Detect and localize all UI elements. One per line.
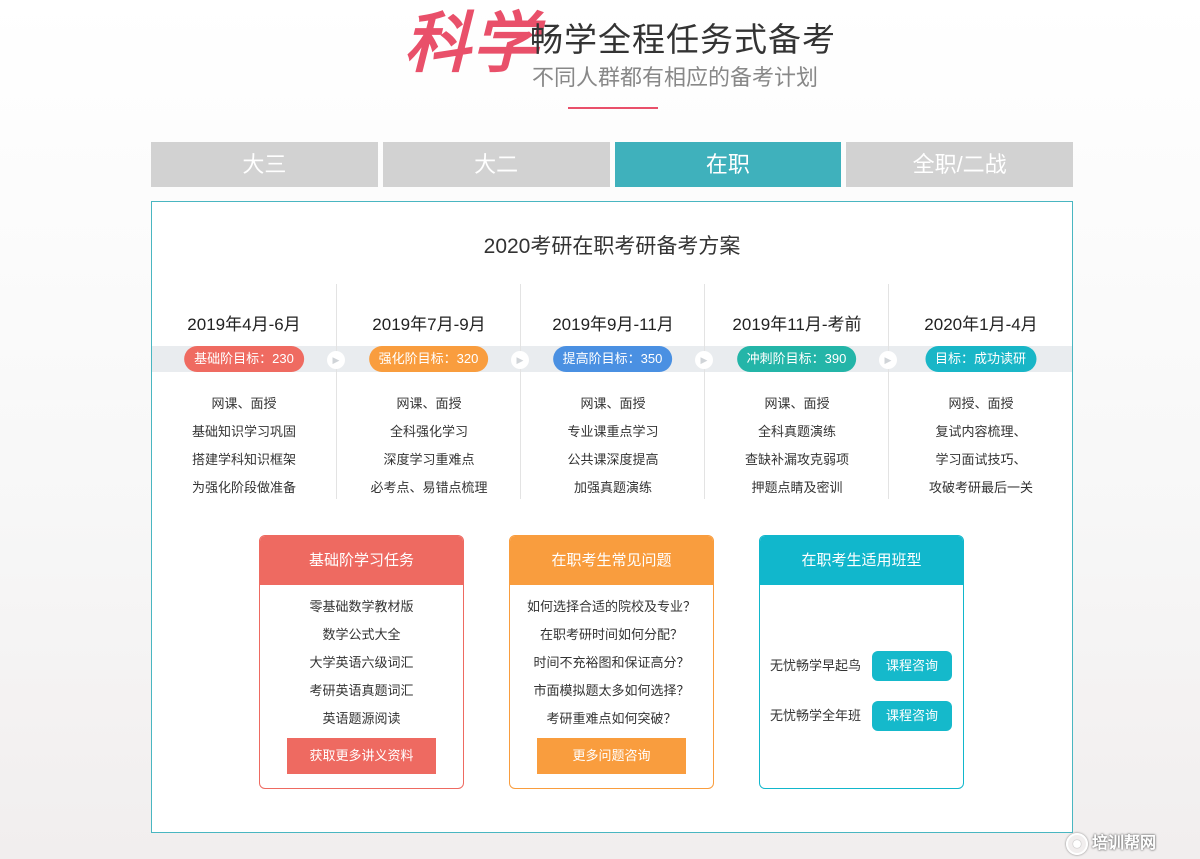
header: 科学 畅学全程任务式备考 不同人群都有相应的备考计划 [0, 0, 1200, 120]
list-item[interactable]: 英语题源阅读 [260, 705, 463, 733]
list-item[interactable]: 大学英语六级词汇 [260, 649, 463, 677]
chevron-right-icon: ▶ [511, 351, 529, 369]
faq-card: 在职考生常见问题 如何选择合适的院校及专业？ 在职考研时间如何分配？ 时间不充裕… [509, 535, 714, 789]
list-item: 为强化阶段做准备 [191, 480, 296, 495]
phase-column: 2019年7月-9月 强化阶目标：320 网课、面授 全科强化学习 深度学习重难… [336, 284, 520, 499]
list-item: 专业课重点学习 [567, 424, 659, 439]
list-item: 查缺补漏攻克弱项 [744, 452, 849, 467]
list-item[interactable]: 在职考研时间如何分配？ [510, 621, 713, 649]
list-item: 网课、面授 [580, 396, 646, 411]
list-item[interactable]: 如何选择合适的院校及专业？ [510, 593, 713, 621]
list-item: 押题点睛及密训 [751, 480, 843, 495]
class-name: 无忧畅学早起鸟 [770, 658, 862, 673]
tab-fulltime[interactable]: 全职/二战 [846, 142, 1073, 187]
list-item[interactable]: 数学公式大全 [260, 621, 463, 649]
phase-date: 2020年1月-4月 [924, 315, 1038, 334]
class-types-card: 在职考生适用班型 无忧畅学早起鸟 课程咨询 无忧畅学全年班 课程咨询 [759, 535, 964, 789]
list-item[interactable]: 考研重难点如何突破？ [510, 705, 713, 733]
list-item: 加强真题演练 [573, 480, 652, 495]
timeline: 2019年4月-6月 基础阶目标：230 网课、面授 基础知识学习巩固 搭建学科… [152, 284, 1072, 499]
list-item: 必考点、易错点梳理 [370, 480, 488, 495]
phase-badge: 提高阶目标：350 [552, 346, 673, 372]
phase-badge: 强化阶目标：320 [368, 346, 489, 372]
list-item: 全科真题演练 [757, 424, 836, 439]
list-item: 公共课深度提高 [567, 452, 659, 467]
course-consult-button[interactable]: 课程咨询 [872, 701, 952, 731]
watermark-text: 培训帮网 [1092, 835, 1157, 852]
list-item: 搭建学科知识框架 [191, 452, 296, 467]
list-item: 网课、面授 [396, 396, 462, 411]
list-item[interactable]: 考研英语真题词汇 [260, 677, 463, 705]
list-item: 基础知识学习巩固 [191, 424, 296, 439]
phase-date: 2019年9月-11月 [552, 315, 674, 334]
phase-items: 网课、面授 全科真题演练 查缺补漏攻克弱项 押题点睛及密训 [705, 390, 889, 502]
chevron-right-icon: ▶ [695, 351, 713, 369]
phase-items: 网课、面授 全科强化学习 深度学习重难点 必考点、易错点梳理 [337, 390, 521, 502]
list-item[interactable]: 时间不充裕图和保证高分？ [510, 649, 713, 677]
title-underline [568, 107, 658, 109]
class-name: 无忧畅学全年班 [770, 708, 862, 723]
main-title: 畅学全程任务式备考 [530, 21, 836, 58]
plan-title: 2020考研在职考研备考方案 [483, 235, 741, 258]
list-item: 网授、面授 [948, 396, 1014, 411]
chevron-right-icon: ▶ [879, 351, 897, 369]
list-item: 攻破考研最后一关 [928, 480, 1033, 495]
class-row: 无忧畅学全年班 课程咨询 [770, 701, 955, 731]
card-list: 如何选择合适的院校及专业？ 在职考研时间如何分配？ 时间不充裕图和保证高分？ 市… [510, 585, 713, 733]
phase-badge: 目标：成功读研 [924, 346, 1037, 372]
phase-date: 2019年4月-6月 [187, 315, 301, 334]
watermark: 培训帮网 [1066, 829, 1156, 855]
logo-icon [1066, 832, 1088, 855]
card-list: 零基础数学教材版 数学公式大全 大学英语六级词汇 考研英语真题词汇 英语题源阅读 [260, 585, 463, 733]
list-item: 复试内容梳理、 [935, 424, 1027, 439]
list-item: 深度学习重难点 [383, 452, 475, 467]
phase-date: 2019年7月-9月 [372, 315, 486, 334]
card-title: 在职考生适用班型 [760, 536, 963, 585]
phase-items: 网课、面授 专业课重点学习 公共课深度提高 加强真题演练 [521, 390, 705, 502]
card-title: 基础阶学习任务 [260, 536, 463, 585]
sub-title: 不同人群都有相应的备考计划 [532, 65, 819, 90]
phase-badge: 冲刺阶目标：390 [736, 346, 857, 372]
phase-items: 网授、面授 复试内容梳理、 学习面试技巧、 攻破考研最后一关 [889, 390, 1073, 502]
list-item: 网课、面授 [764, 396, 830, 411]
list-item[interactable]: 零基础数学教材版 [260, 593, 463, 621]
plan-panel: 2020考研在职考研备考方案 2019年4月-6月 基础阶目标：230 网课、面… [151, 201, 1073, 833]
more-materials-button[interactable]: 获取更多讲义资料 [287, 738, 436, 774]
phase-items: 网课、面授 基础知识学习巩固 搭建学科知识框架 为强化阶段做准备 [152, 390, 336, 502]
class-row: 无忧畅学早起鸟 课程咨询 [770, 651, 955, 681]
phase-column: 2020年1月-4月 目标：成功读研 网授、面授 复试内容梳理、 学习面试技巧、… [888, 284, 1072, 499]
big-title: 科学 [404, 4, 540, 82]
tab-junior[interactable]: 大三 [151, 142, 378, 187]
course-consult-button[interactable]: 课程咨询 [872, 651, 952, 681]
audience-tabs: 大三 大二 在职 全职/二战 [151, 142, 1073, 187]
chevron-right-icon: ▶ [327, 351, 345, 369]
list-item: 全科强化学习 [389, 424, 468, 439]
list-item[interactable]: 市面模拟题太多如何选择？ [510, 677, 713, 705]
phase-column: 2019年4月-6月 基础阶目标：230 网课、面授 基础知识学习巩固 搭建学科… [152, 284, 336, 499]
list-item: 学习面试技巧、 [935, 452, 1027, 467]
tab-employed[interactable]: 在职 [614, 142, 842, 187]
tab-sophomore[interactable]: 大二 [382, 142, 610, 187]
list-item: 网课、面授 [211, 396, 277, 411]
more-questions-button[interactable]: 更多问题咨询 [537, 738, 686, 774]
card-title: 在职考生常见问题 [510, 536, 713, 585]
phase-column: 2019年9月-11月 提高阶目标：350 网课、面授 专业课重点学习 公共课深… [520, 284, 704, 499]
basic-tasks-card: 基础阶学习任务 零基础数学教材版 数学公式大全 大学英语六级词汇 考研英语真题词… [259, 535, 464, 789]
phase-column: 2019年11月-考前 冲刺阶目标：390 网课、面授 全科真题演练 查缺补漏攻… [704, 284, 888, 499]
phase-badge: 基础阶目标：230 [184, 346, 304, 372]
phase-date: 2019年11月-考前 [732, 315, 862, 334]
